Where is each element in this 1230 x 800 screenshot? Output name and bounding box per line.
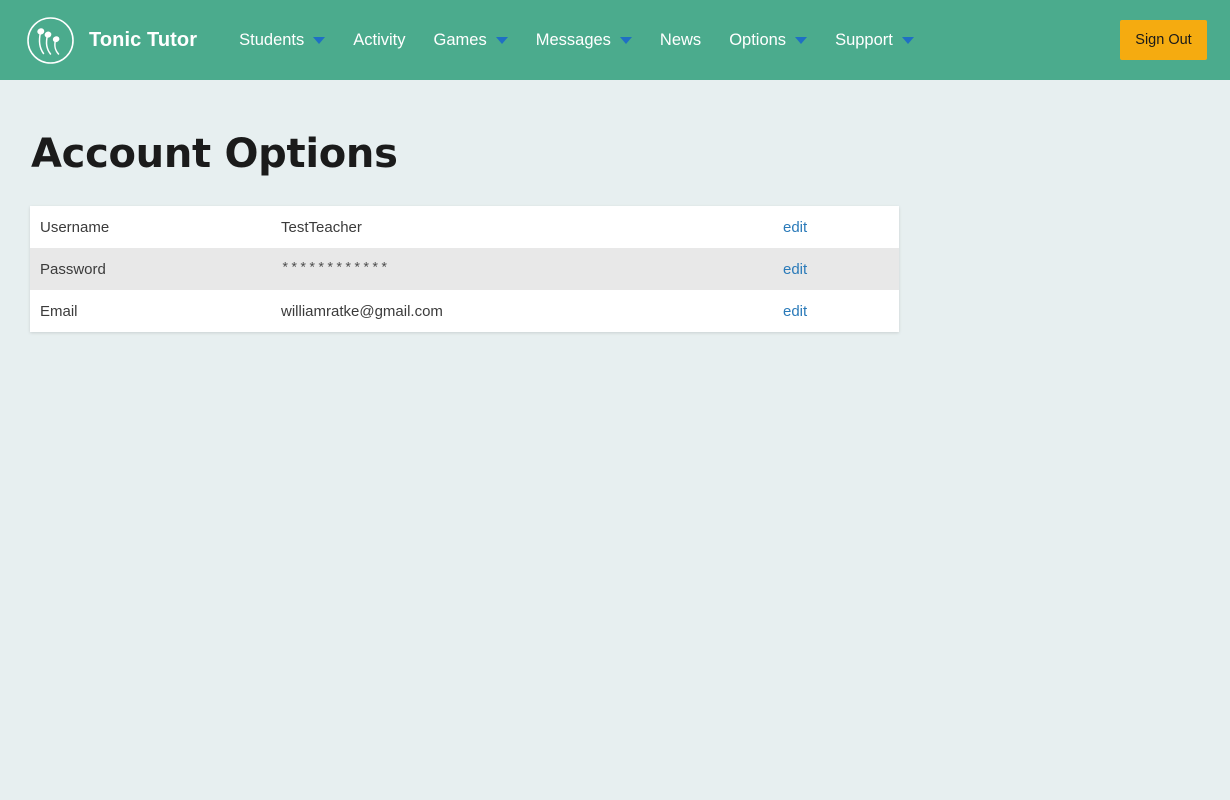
- chevron-down-icon: [902, 37, 914, 44]
- row-value-username: TestTeacher: [281, 219, 783, 236]
- brand-name: Tonic Tutor: [89, 29, 197, 52]
- edit-link-username[interactable]: edit: [783, 219, 899, 236]
- row-value-email: williamratke@gmail.com: [281, 303, 783, 320]
- chevron-down-icon: [620, 37, 632, 44]
- nav-item-activity[interactable]: Activity: [339, 25, 419, 56]
- nav-item-games-label: Games: [434, 31, 487, 50]
- chevron-down-icon: [795, 37, 807, 44]
- nav-item-students[interactable]: Students: [225, 25, 339, 56]
- edit-link-password[interactable]: edit: [783, 261, 899, 278]
- row-label-username: Username: [30, 219, 281, 236]
- table-row: Email williamratke@gmail.com edit: [30, 290, 899, 332]
- row-label-email: Email: [30, 303, 281, 320]
- page-title: Account Options: [31, 131, 1200, 177]
- account-options-table: Username TestTeacher edit Password *****…: [30, 206, 899, 332]
- nav-item-activity-label: Activity: [353, 31, 405, 50]
- edit-link-email[interactable]: edit: [783, 303, 899, 320]
- nav-item-messages-label: Messages: [536, 31, 611, 50]
- chevron-down-icon: [496, 37, 508, 44]
- nav-item-news[interactable]: News: [646, 25, 715, 56]
- tonic-tutor-notes-logo-icon: [26, 16, 75, 65]
- nav-item-options-label: Options: [729, 31, 786, 50]
- nav-item-news-label: News: [660, 31, 701, 50]
- row-value-password: ************: [281, 261, 783, 277]
- nav-item-games[interactable]: Games: [420, 25, 522, 56]
- table-row: Username TestTeacher edit: [30, 206, 899, 248]
- table-row: Password ************ edit: [30, 248, 899, 290]
- nav-item-support[interactable]: Support: [821, 25, 928, 56]
- top-navbar: Tonic Tutor Students Activity Games Mess…: [0, 0, 1230, 80]
- nav-item-messages[interactable]: Messages: [522, 25, 646, 56]
- brand-home-link[interactable]: Tonic Tutor: [24, 16, 197, 65]
- nav-item-options[interactable]: Options: [715, 25, 821, 56]
- nav-item-support-label: Support: [835, 31, 893, 50]
- row-label-password: Password: [30, 261, 281, 278]
- main-content: Account Options Username TestTeacher edi…: [0, 131, 1230, 332]
- sign-out-button[interactable]: Sign Out: [1120, 20, 1207, 60]
- nav-item-students-label: Students: [239, 31, 304, 50]
- chevron-down-icon: [313, 37, 325, 44]
- primary-navigation: Students Activity Games Messages News Op…: [225, 25, 1206, 56]
